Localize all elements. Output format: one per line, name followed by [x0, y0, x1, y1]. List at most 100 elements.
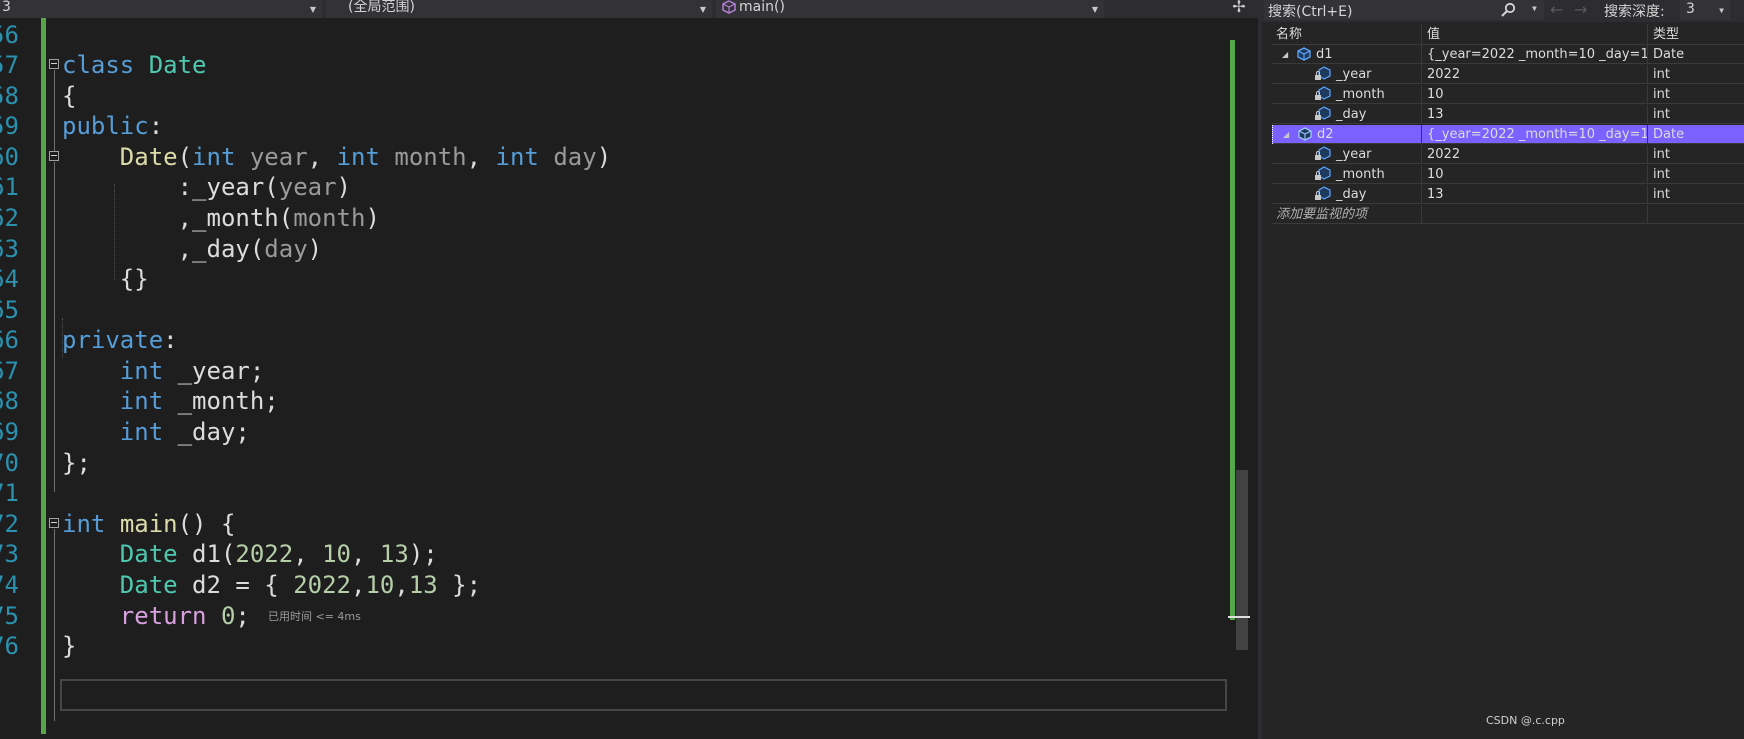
watch-row-name: d2 [1317, 127, 1334, 142]
column-header-type[interactable]: 类型 [1649, 24, 1744, 45]
outline-line [54, 529, 55, 721]
watch-row-value: 13 [1423, 185, 1648, 204]
split-icon[interactable]: ✢ [1230, 0, 1248, 18]
chevron-down-icon: ▼ [309, 5, 316, 14]
watch-row-type: int [1653, 167, 1670, 182]
line-number: 74 [0, 571, 19, 599]
watch-row-type: int [1653, 107, 1670, 122]
line-number: 59 [0, 112, 19, 140]
scope-dropdown-value: (全局范围) [348, 0, 415, 15]
watch-row[interactable]: _year 2022 int [1272, 145, 1744, 164]
grid-header: 名称 值 类型 [1272, 24, 1744, 45]
collapse-icon[interactable] [49, 151, 59, 161]
chevron-down-icon[interactable]: ▼ [1532, 4, 1537, 13]
column-header-value[interactable]: 值 [1423, 24, 1648, 45]
watch-row[interactable]: _day 13 int [1272, 105, 1744, 124]
code-editor[interactable]: 56 57 58 59 60 61 62 63 64 65 66 67 68 6… [0, 18, 1228, 739]
code-line: class Date [62, 51, 207, 79]
watch-row-type: int [1653, 87, 1670, 102]
line-number: 64 [0, 265, 19, 293]
watch-row-name: _year [1336, 67, 1372, 82]
watch-row-value: 10 [1423, 85, 1648, 104]
code-line: int _month; [119, 387, 279, 415]
search-depth-value: 3 [1686, 1, 1695, 17]
chevron-down-icon: ▼ [1719, 6, 1724, 15]
code-line: private: [62, 326, 178, 354]
project-dropdown-value: 3 [2, 0, 11, 15]
code-line: return 0; [119, 602, 250, 630]
line-number: 57 [0, 51, 19, 79]
field-lock-icon [1315, 186, 1331, 200]
line-number: 61 [0, 173, 19, 201]
class-icon [722, 0, 736, 14]
elapsed-time-hint: 已用时间 <= 4ms [268, 610, 361, 623]
line-number: 70 [0, 449, 19, 477]
arrow-left-icon[interactable]: ← [1550, 0, 1563, 19]
code-line: Date(int year, int month, int day) [119, 143, 612, 171]
code-line: {} [62, 265, 149, 293]
navigation-bar: 3 ▼ (全局范围) ▼ main() ▼ ✢ [0, 0, 1260, 18]
watch-row-selected[interactable]: ◢ d2 {_year=2022 _month=10 _day=13 } Dat… [1272, 125, 1744, 144]
line-number: 58 [0, 82, 19, 110]
line-number: 76 [0, 632, 19, 660]
code-line: ,_month(month) [62, 204, 380, 232]
collapse-icon[interactable] [49, 518, 59, 528]
outline-line [54, 70, 55, 151]
search-icon[interactable] [1500, 2, 1516, 18]
scrollbar-caret-marker [1228, 616, 1250, 618]
outline-line [54, 162, 55, 492]
code-line: int _day; [119, 418, 250, 446]
code-line: int _year; [119, 357, 265, 385]
code-line: :_year(year) [62, 173, 351, 201]
watermark: CSDN @.c.cpp [1486, 714, 1565, 727]
project-dropdown[interactable]: 3 ▼ [0, 0, 322, 18]
code-line: Date d2 = { 2022,10,13 }; [119, 571, 482, 599]
expand-triangle-icon[interactable]: ◢ [1283, 130, 1289, 139]
watch-row-name: d1 [1316, 47, 1333, 62]
watch-row-value: 2022 [1423, 65, 1648, 84]
object-icon [1298, 127, 1312, 141]
arrow-right-icon[interactable]: → [1574, 0, 1587, 19]
line-number: 72 [0, 510, 19, 538]
scrollbar-thumb[interactable] [1236, 470, 1248, 650]
line-number: 62 [0, 204, 19, 232]
line-number: 68 [0, 387, 19, 415]
search-input[interactable]: 搜索(Ctrl+E) ▼ [1264, 0, 1544, 20]
scope-dropdown[interactable]: (全局范围) ▼ [326, 0, 712, 18]
member-dropdown[interactable]: main() ▼ [716, 0, 1104, 18]
line-number: 75 [0, 602, 19, 630]
code-line: }; [62, 449, 91, 477]
object-icon [1297, 47, 1311, 61]
watch-row[interactable]: _month 10 int [1272, 85, 1744, 104]
watch-row[interactable]: _year 2022 int [1272, 65, 1744, 84]
code-line: } [62, 632, 77, 660]
watch-row-name: _day [1336, 107, 1367, 122]
add-watch-placeholder: 添加要监视的项 [1276, 207, 1368, 222]
field-lock-icon [1315, 146, 1331, 160]
code-line: int main() { [62, 510, 236, 538]
watch-row[interactable]: _month 10 int [1272, 165, 1744, 184]
watch-row-value: {_year=2022 _month=10 _day=13 } [1423, 45, 1648, 64]
watch-row[interactable]: ◢ d1 {_year=2022 _month=10 _day=13 } Dat… [1272, 45, 1744, 64]
field-lock-icon [1315, 86, 1331, 100]
watch-toolbar: 搜索(Ctrl+E) ▼ ← → 搜索深度: 3 ▼ [1262, 0, 1744, 22]
expand-triangle-icon[interactable]: ◢ [1282, 50, 1288, 59]
watch-row-type: Date [1653, 47, 1685, 62]
search-depth-label: 搜索深度: [1604, 4, 1665, 20]
line-number-gutter: 56 57 58 59 60 61 62 63 64 65 66 67 68 6… [0, 18, 20, 739]
watch-row[interactable]: _day 13 int [1272, 185, 1744, 204]
watch-row-value: 2022 [1423, 145, 1648, 164]
code-line: ,_day(day) [62, 235, 323, 263]
search-depth-select[interactable]: 3 ▼ [1680, 0, 1730, 20]
add-watch-row[interactable]: 添加要监视的项 [1272, 205, 1744, 224]
line-number: 67 [0, 357, 19, 385]
code-line: { [62, 82, 77, 110]
watch-row-name: _day [1336, 187, 1367, 202]
column-header-name[interactable]: 名称 [1272, 24, 1422, 45]
watch-row-value: 13 [1423, 105, 1648, 124]
line-number: 71 [0, 479, 19, 507]
chevron-down-icon: ▼ [1091, 5, 1098, 14]
watch-row-name: _month [1336, 87, 1385, 102]
collapse-icon[interactable] [49, 59, 59, 69]
watch-row-value: {_year=2022 _month=10 _day=13 } [1423, 125, 1648, 144]
